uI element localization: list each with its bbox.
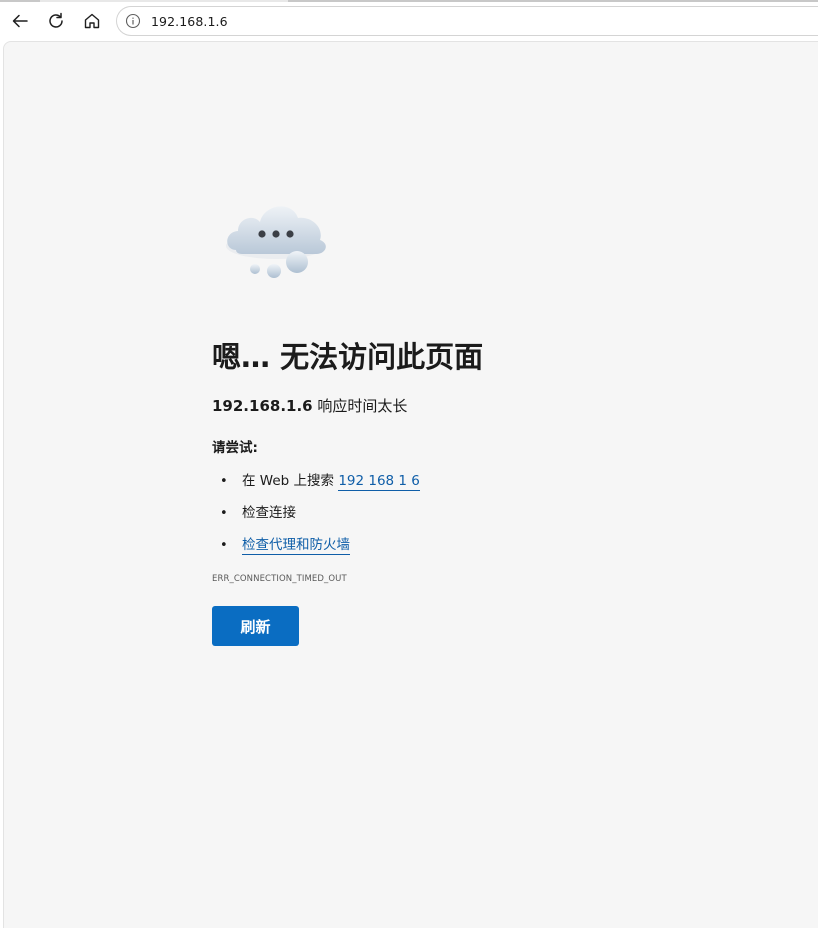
error-code: ERR_CONNECTION_TIMED_OUT [212,574,347,584]
bullet: • [220,506,228,521]
info-icon[interactable] [125,13,141,29]
suggestion-check-connection: • 检查连接 [220,501,296,521]
tab-edge-left [0,0,40,2]
browser-toolbar: 192.168.1.6 [0,0,818,42]
error-message: 响应时间太长 [317,397,408,415]
refresh-button[interactable]: 刷新 [212,606,299,646]
search-prefix: 在 Web 上搜索 [242,473,339,489]
cloud-icon [226,206,326,278]
proxy-firewall-link[interactable]: 检查代理和防火墙 [242,537,350,555]
suggestion-proxy-firewall: • 检查代理和防火墙 [220,533,350,555]
back-arrow-icon [12,14,28,28]
error-host: 192.168.1.6 [212,397,313,415]
home-icon [84,13,100,29]
tab-edge-right [288,0,818,2]
back-button[interactable] [6,7,34,35]
suggestion-search: • 在 Web 上搜索 192 168 1 6 [220,469,420,491]
url-text[interactable]: 192.168.1.6 [151,14,228,29]
search-web-link[interactable]: 192 168 1 6 [338,473,420,491]
tabstrip-edge [0,0,818,2]
reload-button[interactable] [42,7,70,35]
error-summary: 192.168.1.6 响应时间太长 [212,395,407,416]
check-connection-text: 检查连接 [242,505,296,521]
bullet: • [220,538,228,553]
home-button[interactable] [78,7,106,35]
try-label: 请尝试: [212,440,258,456]
reload-icon [49,12,63,28]
page-title: 嗯… 无法访问此页面 [212,340,484,374]
bullet: • [220,474,228,489]
address-bar[interactable]: 192.168.1.6 [116,6,818,36]
